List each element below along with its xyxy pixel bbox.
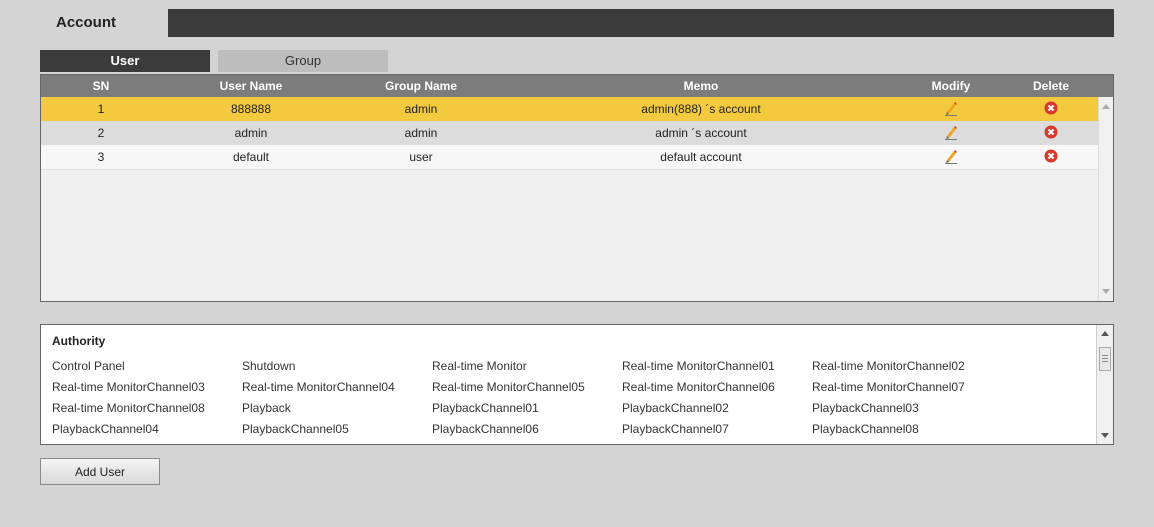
authority-item: Real-time Monitor: [432, 359, 527, 373]
authority-item: Real-time MonitorChannel04: [242, 380, 395, 394]
title-bar: Account: [40, 9, 1114, 37]
authority-title: Authority: [52, 334, 106, 348]
cell-memo: admin ´s account: [655, 126, 747, 140]
authority-item: PlaybackChannel08: [812, 422, 919, 436]
delete-x-icon[interactable]: [1044, 125, 1058, 142]
tab-group[interactable]: Group: [218, 50, 388, 72]
pencil-icon[interactable]: [944, 148, 958, 167]
cell-user-name: admin: [234, 126, 268, 140]
table-body: 1 888888 admin admin(888) ´s account 2 a…: [41, 97, 1100, 301]
column-header-memo: Memo: [683, 79, 719, 93]
authority-item: Real-time MonitorChannel05: [432, 380, 585, 394]
table-row[interactable]: 3 default user default account: [41, 145, 1100, 170]
cell-memo: admin(888) ´s account: [641, 102, 761, 116]
column-header-group-name: Group Name: [384, 79, 457, 93]
authority-item: PlaybackChannel04: [52, 422, 159, 436]
cell-memo: default account: [660, 150, 742, 164]
authority-item: Control Panel: [52, 359, 125, 373]
page-title: Account: [40, 9, 168, 37]
cell-user-name: 888888: [230, 102, 272, 116]
cell-sn: 3: [97, 150, 105, 164]
pencil-icon[interactable]: [944, 124, 958, 143]
cell-user-name: default: [232, 150, 270, 164]
cell-group-name: admin: [404, 102, 438, 116]
authority-item: PlaybackChannel07: [622, 422, 729, 436]
scroll-up-arrow-icon[interactable]: [1101, 331, 1109, 336]
tab-user[interactable]: User: [40, 50, 210, 72]
cell-group-name: admin: [404, 126, 438, 140]
scroll-thumb[interactable]: [1099, 347, 1111, 371]
authority-item: PlaybackChannel05: [242, 422, 349, 436]
add-user-button[interactable]: Add User: [40, 458, 160, 485]
authority-scrollbar[interactable]: [1096, 325, 1113, 444]
pencil-icon[interactable]: [944, 100, 958, 119]
delete-x-icon[interactable]: [1044, 149, 1058, 166]
delete-x-icon[interactable]: [1044, 101, 1058, 118]
authority-list: Control Panel Shutdown Real-time Monitor…: [52, 359, 1002, 436]
authority-item: Real-time MonitorChannel08: [52, 401, 205, 415]
column-header-user-name: User Name: [219, 79, 283, 93]
column-header-delete: Delete: [1032, 79, 1070, 93]
authority-item: Real-time MonitorChannel06: [622, 380, 775, 394]
authority-item: Real-time MonitorChannel03: [52, 380, 205, 394]
scroll-down-arrow-icon[interactable]: [1102, 289, 1110, 294]
authority-item: PlaybackChannel02: [622, 401, 729, 415]
scroll-up-arrow-icon[interactable]: [1102, 104, 1110, 109]
authority-item: Playback: [242, 401, 291, 415]
table-row[interactable]: 1 888888 admin admin(888) ´s account: [41, 97, 1100, 121]
user-table: SN User Name Group Name Memo Modify Dele…: [40, 74, 1114, 302]
authority-panel: Authority Control Panel Shutdown Real-ti…: [40, 324, 1114, 445]
table-scrollbar[interactable]: [1098, 97, 1113, 301]
column-header-sn: SN: [92, 79, 110, 93]
table-row[interactable]: 2 admin admin admin ´s account: [41, 121, 1100, 145]
cell-sn: 2: [97, 126, 105, 140]
authority-item: PlaybackChannel06: [432, 422, 539, 436]
authority-item: PlaybackChannel01: [432, 401, 539, 415]
cell-group-name: user: [409, 150, 433, 164]
authority-item: Real-time MonitorChannel02: [812, 359, 965, 373]
table-header: SN User Name Group Name Memo Modify Dele…: [41, 75, 1113, 97]
column-header-modify: Modify: [931, 79, 971, 93]
authority-item: Real-time MonitorChannel01: [622, 359, 775, 373]
authority-item: Shutdown: [242, 359, 296, 373]
authority-item: Real-time MonitorChannel07: [812, 380, 965, 394]
scroll-down-arrow-icon[interactable]: [1101, 433, 1109, 438]
authority-item: PlaybackChannel03: [812, 401, 919, 415]
cell-sn: 1: [97, 102, 105, 116]
